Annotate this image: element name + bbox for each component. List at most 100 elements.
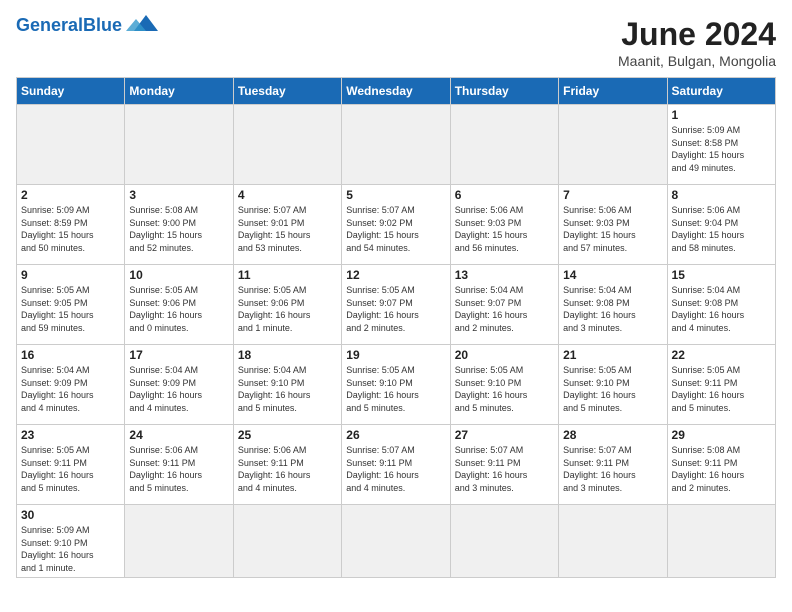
table-row — [233, 105, 341, 185]
table-row: 1 Sunrise: 5:09 AMSunset: 8:58 PMDaylight… — [667, 105, 775, 185]
table-row: 14Sunrise: 5:04 AMSunset: 9:08 PMDayligh… — [559, 265, 667, 345]
calendar-row: 16 Sunrise: 5:04 AMSunset: 9:09 PMDayligh… — [17, 345, 776, 425]
day-info: Sunrise: 5:09 AMSunset: 8:58 PMDaylight:… — [672, 124, 771, 174]
logo: GeneralBlue — [16, 16, 158, 36]
table-row — [342, 105, 450, 185]
day-number: 25 — [238, 428, 337, 442]
table-row — [17, 105, 125, 185]
table-row: 13Sunrise: 5:04 AMSunset: 9:07 PMDayligh… — [450, 265, 558, 345]
day-number: 30 — [21, 508, 120, 522]
day-info: Sunrise: 5:08 AMSunset: 9:11 PMDaylight:… — [672, 444, 771, 494]
table-row: 17Sunrise: 5:04 AMSunset: 9:09 PMDayligh… — [125, 345, 233, 425]
header-monday: Monday — [125, 78, 233, 105]
table-row: 7 Sunrise: 5:06 AMSunset: 9:03 PMDaylight… — [559, 185, 667, 265]
day-number: 4 — [238, 188, 337, 202]
table-row — [559, 505, 667, 578]
calendar-row: 30 Sunrise: 5:09 AMSunset: 9:10 PMDayligh… — [17, 505, 776, 578]
calendar-row: 1 Sunrise: 5:09 AMSunset: 8:58 PMDaylight… — [17, 105, 776, 185]
header-friday: Friday — [559, 78, 667, 105]
table-row — [125, 105, 233, 185]
day-number: 3 — [129, 188, 228, 202]
table-row — [342, 505, 450, 578]
day-number: 16 — [21, 348, 120, 362]
table-row — [450, 105, 558, 185]
day-number: 26 — [346, 428, 445, 442]
day-info: Sunrise: 5:07 AMSunset: 9:11 PMDaylight:… — [346, 444, 445, 494]
table-row: 22Sunrise: 5:05 AMSunset: 9:11 PMDayligh… — [667, 345, 775, 425]
day-number: 28 — [563, 428, 662, 442]
day-number: 1 — [672, 108, 771, 122]
day-info: Sunrise: 5:07 AMSunset: 9:11 PMDaylight:… — [455, 444, 554, 494]
day-info: Sunrise: 5:05 AMSunset: 9:11 PMDaylight:… — [21, 444, 120, 494]
table-row — [125, 505, 233, 578]
table-row: 10Sunrise: 5:05 AMSunset: 9:06 PMDayligh… — [125, 265, 233, 345]
table-row: 18 Sunrise: 5:04 AMSunset: 9:10 PMDayligh… — [233, 345, 341, 425]
day-number: 7 — [563, 188, 662, 202]
table-row: 16 Sunrise: 5:04 AMSunset: 9:09 PMDayligh… — [17, 345, 125, 425]
calendar-title: June 2024 — [618, 16, 776, 53]
table-row: 15Sunrise: 5:04 AMSunset: 9:08 PMDayligh… — [667, 265, 775, 345]
day-info: Sunrise: 5:06 AMSunset: 9:11 PMDaylight:… — [129, 444, 228, 494]
table-row: 9 Sunrise: 5:05 AMSunset: 9:05 PMDaylight… — [17, 265, 125, 345]
table-row: 29Sunrise: 5:08 AMSunset: 9:11 PMDayligh… — [667, 425, 775, 505]
table-row — [667, 505, 775, 578]
table-row: 25Sunrise: 5:06 AMSunset: 9:11 PMDayligh… — [233, 425, 341, 505]
table-row: 28 Sunrise: 5:07 AMSunset: 9:11 PMDayligh… — [559, 425, 667, 505]
table-row: 8Sunrise: 5:06 AMSunset: 9:04 PMDaylight… — [667, 185, 775, 265]
day-number: 19 — [346, 348, 445, 362]
calendar-subtitle: Maanit, Bulgan, Mongolia — [618, 53, 776, 69]
day-info: Sunrise: 5:04 AMSunset: 9:08 PMDaylight:… — [563, 284, 662, 334]
day-number: 18 — [238, 348, 337, 362]
table-row: 19 Sunrise: 5:05 AMSunset: 9:10 PMDayligh… — [342, 345, 450, 425]
header-wednesday: Wednesday — [342, 78, 450, 105]
table-row: 12 Sunrise: 5:05 AMSunset: 9:07 PMDayligh… — [342, 265, 450, 345]
table-row: 26 Sunrise: 5:07 AMSunset: 9:11 PMDayligh… — [342, 425, 450, 505]
day-number: 2 — [21, 188, 120, 202]
table-row: 11 Sunrise: 5:05 AMSunset: 9:06 PMDayligh… — [233, 265, 341, 345]
table-row: 6Sunrise: 5:06 AMSunset: 9:03 PMDaylight… — [450, 185, 558, 265]
day-info: Sunrise: 5:05 AMSunset: 9:10 PMDaylight:… — [346, 364, 445, 414]
day-info: Sunrise: 5:08 AMSunset: 9:00 PMDaylight:… — [129, 204, 228, 254]
day-number: 5 — [346, 188, 445, 202]
day-number: 27 — [455, 428, 554, 442]
day-number: 11 — [238, 268, 337, 282]
table-row: 4 Sunrise: 5:07 AMSunset: 9:01 PMDaylight… — [233, 185, 341, 265]
day-info: Sunrise: 5:07 AMSunset: 9:11 PMDaylight:… — [563, 444, 662, 494]
table-row — [233, 505, 341, 578]
day-info: Sunrise: 5:09 AMSunset: 9:10 PMDaylight:… — [21, 524, 120, 574]
day-number: 13 — [455, 268, 554, 282]
day-info: Sunrise: 5:05 AMSunset: 9:05 PMDaylight:… — [21, 284, 120, 334]
day-info: Sunrise: 5:04 AMSunset: 9:10 PMDaylight:… — [238, 364, 337, 414]
day-number: 9 — [21, 268, 120, 282]
day-info: Sunrise: 5:07 AMSunset: 9:02 PMDaylight:… — [346, 204, 445, 254]
table-row: 27 Sunrise: 5:07 AMSunset: 9:11 PMDayligh… — [450, 425, 558, 505]
day-info: Sunrise: 5:09 AMSunset: 8:59 PMDaylight:… — [21, 204, 120, 254]
day-info: Sunrise: 5:04 AMSunset: 9:09 PMDaylight:… — [21, 364, 120, 414]
day-number: 20 — [455, 348, 554, 362]
header-saturday: Saturday — [667, 78, 775, 105]
day-info: Sunrise: 5:06 AMSunset: 9:03 PMDaylight:… — [563, 204, 662, 254]
table-row — [450, 505, 558, 578]
day-info: Sunrise: 5:05 AMSunset: 9:06 PMDaylight:… — [238, 284, 337, 334]
header-tuesday: Tuesday — [233, 78, 341, 105]
day-number: 23 — [21, 428, 120, 442]
day-info: Sunrise: 5:05 AMSunset: 9:10 PMDaylight:… — [563, 364, 662, 414]
day-number: 12 — [346, 268, 445, 282]
title-area: June 2024 Maanit, Bulgan, Mongolia — [618, 16, 776, 69]
table-row: 30 Sunrise: 5:09 AMSunset: 9:10 PMDayligh… — [17, 505, 125, 578]
calendar-table: Sunday Monday Tuesday Wednesday Thursday… — [16, 77, 776, 578]
calendar-row: 23 Sunrise: 5:05 AMSunset: 9:11 PMDayligh… — [17, 425, 776, 505]
table-row: 24 Sunrise: 5:06 AMSunset: 9:11 PMDayligh… — [125, 425, 233, 505]
calendar-row: 9 Sunrise: 5:05 AMSunset: 9:05 PMDaylight… — [17, 265, 776, 345]
day-info: Sunrise: 5:04 AMSunset: 9:08 PMDaylight:… — [672, 284, 771, 334]
day-number: 22 — [672, 348, 771, 362]
day-info: Sunrise: 5:06 AMSunset: 9:03 PMDaylight:… — [455, 204, 554, 254]
day-info: Sunrise: 5:05 AMSunset: 9:07 PMDaylight:… — [346, 284, 445, 334]
day-number: 24 — [129, 428, 228, 442]
day-info: Sunrise: 5:07 AMSunset: 9:01 PMDaylight:… — [238, 204, 337, 254]
logo-text: GeneralBlue — [16, 16, 122, 36]
weekday-header-row: Sunday Monday Tuesday Wednesday Thursday… — [17, 78, 776, 105]
day-number: 10 — [129, 268, 228, 282]
day-number: 21 — [563, 348, 662, 362]
table-row: 20Sunrise: 5:05 AMSunset: 9:10 PMDayligh… — [450, 345, 558, 425]
